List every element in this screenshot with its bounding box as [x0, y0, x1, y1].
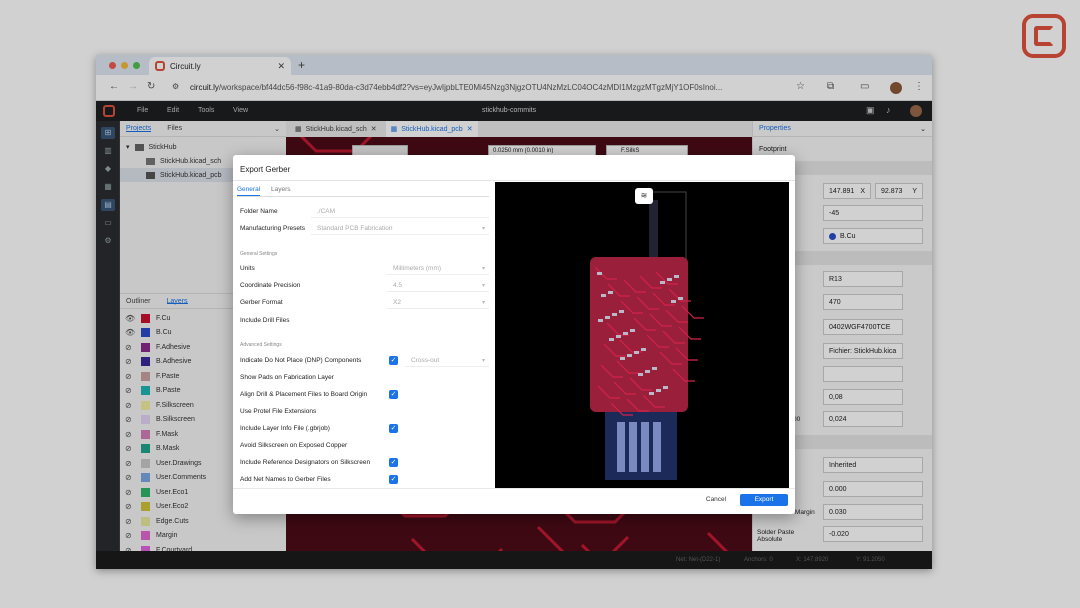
tab-layers[interactable]: Layers: [271, 186, 291, 193]
general-settings-heading: General Settings: [240, 251, 278, 257]
option-checkbox[interactable]: ✓: [389, 475, 398, 484]
chevron-down-icon: ▾: [481, 266, 485, 272]
preview-pad: [605, 316, 610, 319]
preview-pad: [663, 386, 668, 389]
preview-pad: [619, 310, 624, 313]
option-label: Indicate Do Not Place (DNP) Components: [240, 357, 362, 364]
option-checkbox[interactable]: ✓: [389, 424, 398, 433]
export-gerber-dialog: Export Gerber General Layers Folder Name…: [233, 155, 795, 514]
divider: [233, 488, 795, 489]
units-value: Millimeters (mm): [393, 265, 442, 272]
preview-pad: [609, 338, 614, 341]
dialog-title: Export Gerber: [240, 165, 291, 174]
option-label: Use Protel File Extensions: [240, 408, 317, 415]
preview-pad: [660, 281, 665, 284]
export-button[interactable]: Export: [740, 494, 788, 506]
cancel-button[interactable]: Cancel: [700, 496, 732, 506]
preview-pad: [597, 272, 602, 275]
precision-value: 4.5: [393, 282, 403, 289]
presets-select[interactable]: Standard PCB Fabrication ▾: [311, 223, 489, 235]
preview-pad: [645, 370, 650, 373]
gerber-preview[interactable]: ≋: [495, 182, 789, 488]
format-value: X2: [393, 299, 401, 306]
chevron-down-icon: ▾: [481, 300, 485, 306]
folder-name-label: Folder Name: [240, 208, 278, 215]
layers-toggle-icon[interactable]: ≋: [635, 188, 653, 204]
option-label: Add Net Names to Gerber Files: [240, 476, 331, 483]
preview-pad: [641, 348, 646, 351]
preview-pad: [649, 392, 654, 395]
dnp-style-value: Cross-out: [411, 357, 440, 364]
option-checkbox[interactable]: ✓: [389, 356, 398, 365]
preview-pad: [678, 297, 683, 300]
tab-general[interactable]: General: [237, 186, 261, 196]
preview-pad: [616, 335, 621, 338]
include-drill-label: Include Drill Files: [240, 317, 290, 324]
dialog-tabs: General Layers: [237, 185, 489, 197]
preview-pad: [601, 294, 606, 297]
preview-pad: [627, 354, 632, 357]
advanced-settings-heading: Advanced Settings: [240, 342, 282, 348]
option-checkbox[interactable]: ✓: [389, 390, 398, 399]
option-label: Align Drill & Placement Files to Board O…: [240, 391, 368, 398]
divider: [233, 180, 795, 181]
preview-pad: [630, 329, 635, 332]
units-label: Units: [240, 265, 255, 272]
preview-pad: [608, 291, 613, 294]
format-select[interactable]: X2 ▾: [387, 297, 489, 309]
gerber-preview-artwork: [495, 182, 789, 488]
presets-label: Manufacturing Presets: [240, 225, 306, 232]
preview-pad: [656, 389, 661, 392]
format-label: Gerber Format: [240, 299, 283, 306]
chevron-down-icon: ▾: [481, 226, 485, 232]
precision-label: Coordinate Precision: [240, 282, 301, 289]
units-select[interactable]: Millimeters (mm) ▾: [387, 263, 489, 275]
preview-pad: [598, 319, 603, 322]
chevron-down-icon: ▾: [481, 283, 485, 289]
preview-pad: [652, 367, 657, 370]
preview-pad: [612, 313, 617, 316]
option-label: Avoid Silkscreen on Exposed Copper: [240, 442, 348, 449]
preview-pad: [623, 332, 628, 335]
precision-select[interactable]: 4.5 ▾: [387, 280, 489, 292]
preview-pad: [667, 278, 672, 281]
chevron-down-icon: ▾: [481, 358, 485, 364]
option-checkbox[interactable]: ✓: [389, 458, 398, 467]
preview-pad: [634, 351, 639, 354]
dnp-style-select[interactable]: Cross-out ▾: [405, 355, 489, 367]
folder-name-input[interactable]: ./CAM: [311, 206, 489, 218]
preview-pad: [620, 357, 625, 360]
preview-pad: [674, 275, 679, 278]
option-label: Show Pads on Fabrication Layer: [240, 374, 334, 381]
preview-pad: [671, 300, 676, 303]
preview-pad: [638, 373, 643, 376]
option-label: Include Layer Info File (.gbrjob): [240, 425, 330, 432]
option-label: Include Reference Designators on Silkscr…: [240, 459, 371, 466]
presets-value: Standard PCB Fabrication: [317, 225, 393, 232]
